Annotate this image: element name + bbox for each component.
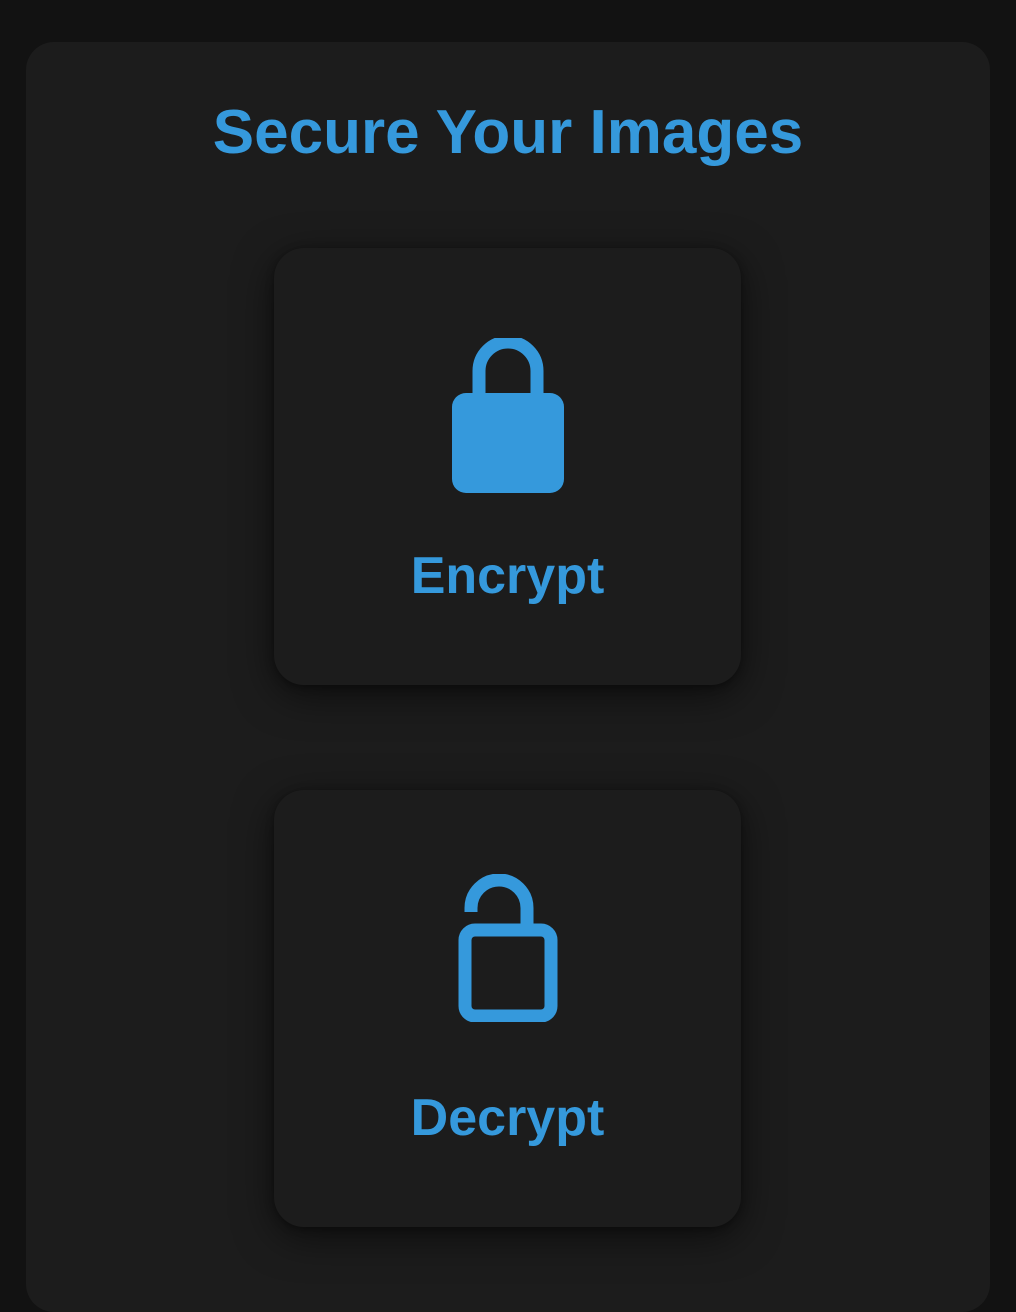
- lock-closed-icon: [274, 338, 741, 494]
- decrypt-label: Decrypt: [410, 1089, 605, 1147]
- page-title: Secure Your Images: [212, 98, 804, 167]
- decrypt-button[interactable]: Decrypt: [274, 790, 741, 1227]
- lock-open-icon: [274, 874, 741, 1022]
- encrypt-label: Encrypt: [410, 547, 605, 605]
- encrypt-button[interactable]: Encrypt: [274, 248, 741, 685]
